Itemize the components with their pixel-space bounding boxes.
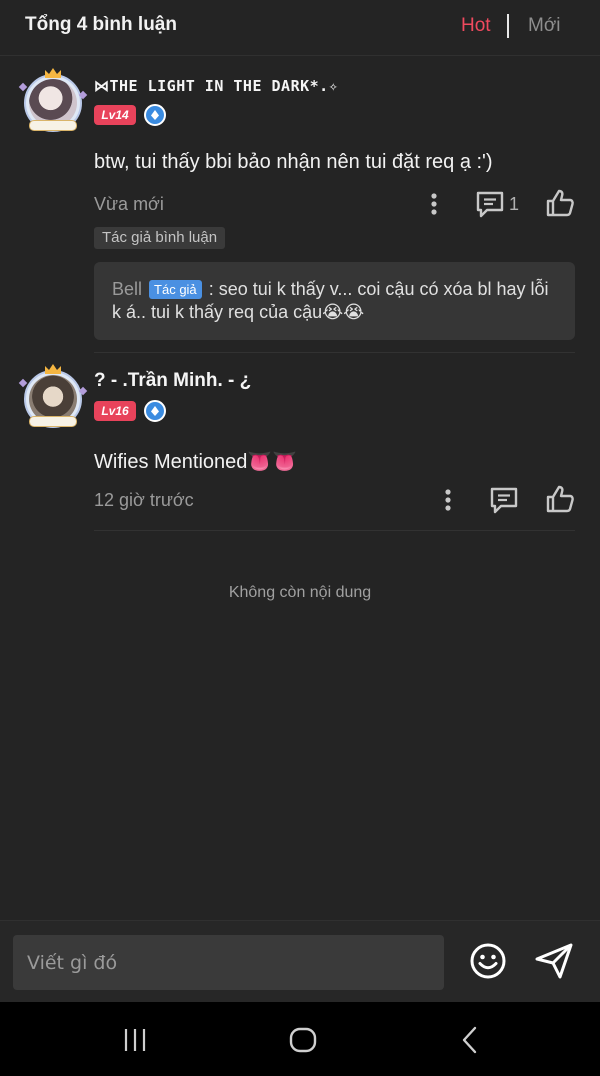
home-icon[interactable] (287, 1024, 319, 1056)
smiley-icon[interactable] (469, 942, 507, 980)
reply-author[interactable]: Bell (112, 279, 142, 299)
comment-composer (0, 920, 600, 1002)
sort-divider (507, 14, 509, 38)
comment-time: 12 giờ trước (94, 490, 194, 510)
comment-divider (94, 352, 575, 353)
comments-header: Tổng 4 bình luận Hot Mới (0, 0, 600, 56)
vip-badge-icon (144, 400, 166, 422)
avatar-banner (29, 416, 77, 427)
comment-count-title: Tổng 4 bình luận (25, 14, 177, 35)
comment-text: Wifies Mentioned👅👅 (94, 451, 298, 473)
comment-divider (94, 530, 575, 531)
recent-apps-icon[interactable] (119, 1024, 151, 1056)
username[interactable]: ⋈THE LIGHT IN THE DARK*.✧ (94, 77, 338, 95)
send-icon[interactable] (534, 942, 574, 980)
thumbs-up-icon[interactable] (544, 483, 576, 515)
comment-text: btw, tui thấy bbi bảo nhận nên tui đặt r… (94, 151, 493, 173)
sort-hot-tab[interactable]: Hot (461, 15, 491, 37)
author-badge: Tác giả bình luận (94, 227, 226, 249)
more-vertical-icon[interactable] (432, 484, 464, 516)
avatar[interactable] (18, 364, 88, 428)
vip-badge-icon (144, 104, 166, 126)
end-of-content-text: Không còn nội dung (228, 584, 372, 601)
thumbs-up-icon[interactable] (544, 187, 576, 219)
avatar[interactable] (18, 68, 88, 132)
crown-icon (45, 364, 61, 374)
level-badge: Lv16 (94, 401, 136, 421)
crown-icon (45, 68, 61, 78)
reply-preview[interactable]: Bell Tác giả : seo tui k thấy v... coi c… (94, 262, 575, 340)
sort-new-tab[interactable]: Mới (528, 15, 561, 37)
comment-input[interactable] (13, 935, 444, 990)
reply-text-line2: k á.. tui k thấy req của cậu😭😭 (112, 302, 365, 322)
comment-icon[interactable] (488, 484, 520, 516)
comment-icon[interactable] (474, 188, 506, 220)
more-vertical-icon[interactable] (418, 188, 450, 220)
comment-time: Vừa mới (94, 194, 164, 214)
level-badge: Lv14 (94, 105, 136, 125)
avatar-banner (29, 120, 77, 131)
reply-author-tag: Tác giả (149, 280, 202, 299)
back-icon[interactable] (455, 1024, 487, 1056)
username[interactable]: ? - .Trần Minh. - ¿ (94, 370, 251, 392)
reply-count[interactable]: 1 (509, 194, 519, 215)
reply-text-line1: : seo tui k thấy v... coi cậu có xóa bl … (208, 279, 549, 299)
system-nav-bar (0, 1002, 600, 1076)
